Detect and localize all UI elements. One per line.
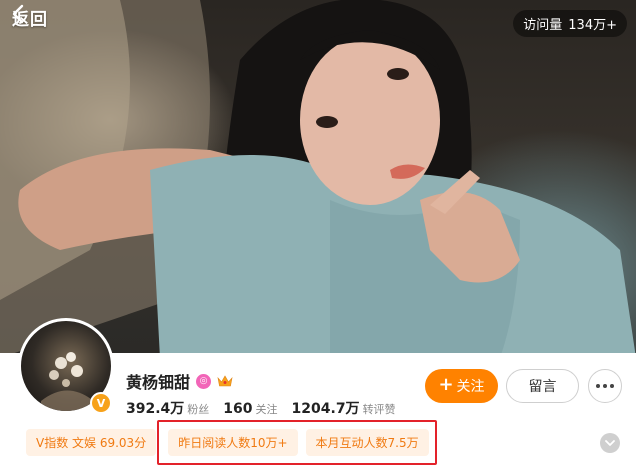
- follow-label: 关注: [456, 379, 485, 395]
- crown-icon[interactable]: [217, 374, 233, 388]
- visit-count-label: 访问量: [523, 18, 563, 33]
- stat-following[interactable]: 160 关注: [223, 401, 277, 417]
- stat-number: 1204.7万: [291, 401, 360, 417]
- cover-illustration: [0, 0, 636, 358]
- stat-label: 粉丝: [187, 403, 210, 416]
- cover-photo: 返回 访问量 134万+: [0, 0, 636, 358]
- tag-v-index[interactable]: V指数 文娱 69.03分: [26, 429, 157, 456]
- vip-icon[interactable]: ◎: [196, 373, 212, 389]
- message-label: 留言: [528, 379, 557, 395]
- chevron-down-icon: [605, 440, 615, 446]
- stat-number: 392.4万: [126, 401, 185, 417]
- name-row: 黄杨钿甜 ◎: [126, 369, 233, 393]
- stat-followers[interactable]: 392.4万 粉丝: [126, 398, 209, 418]
- expand-button[interactable]: [600, 433, 620, 453]
- user-name: 黄杨钿甜: [126, 373, 191, 392]
- chevron-left-icon: [12, 4, 24, 24]
- stat-label: 转评赞: [362, 403, 396, 416]
- stat-reposts-comments-likes[interactable]: 1204.7万 转评赞: [292, 398, 396, 418]
- verified-badge-icon: V: [90, 392, 112, 414]
- stat-label: 关注: [255, 403, 278, 416]
- visit-count-badge: 访问量 134万+: [513, 10, 627, 37]
- visit-count-value: 134万+: [568, 18, 617, 33]
- stat-number: 160: [223, 401, 253, 417]
- more-dots-icon[interactable]: [588, 369, 622, 403]
- profile-stats: 392.4万 粉丝 160 关注 1204.7万 转评赞: [126, 398, 396, 418]
- follow-button[interactable]: + 关注: [425, 369, 498, 403]
- message-button[interactable]: 留言: [506, 369, 579, 403]
- back-button[interactable]: 返回: [12, 4, 48, 30]
- plus-icon: +: [438, 374, 454, 395]
- highlight-box: [157, 420, 437, 465]
